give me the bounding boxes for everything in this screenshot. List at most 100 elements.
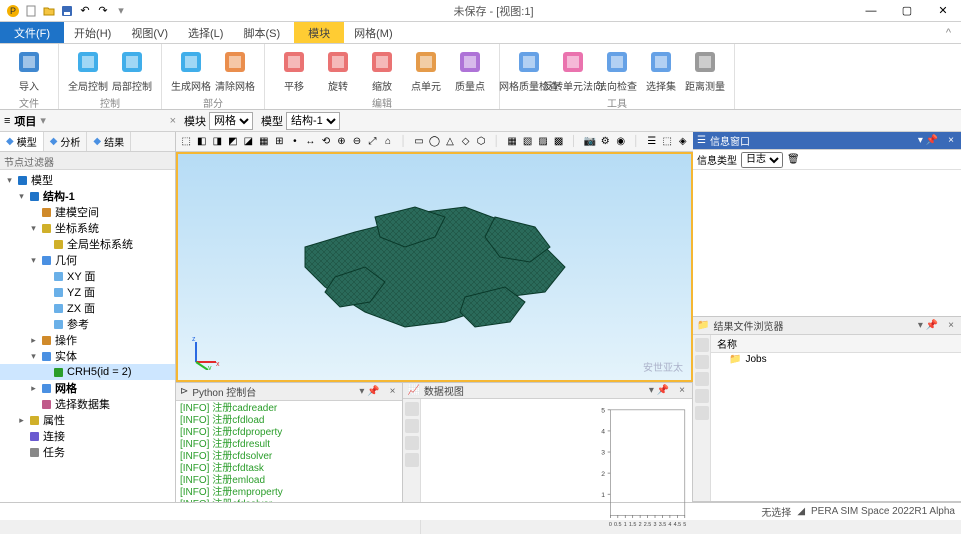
dataview-chart[interactable]: 1234500.511.522.533.544.55	[421, 399, 692, 534]
tree-node[interactable]: 连接	[0, 428, 175, 444]
msg-clear-icon[interactable]: 🗑	[787, 154, 800, 165]
dataview-close-icon[interactable]: ×	[676, 385, 688, 396]
redo-icon[interactable]: ↷	[96, 4, 110, 18]
left-tab-结果[interactable]: ◆结果	[87, 132, 131, 151]
view-tool-6[interactable]: ⊞	[273, 135, 286, 149]
rb-tool-2[interactable]	[695, 355, 709, 369]
tree-node[interactable]: CRH5(id = 2)	[0, 364, 175, 380]
tree-node[interactable]: ▸网格	[0, 380, 175, 396]
model-tree[interactable]: ▾模型▾结构-1建模空间▾坐标系统全局坐标系统▾几何XY 面YZ 面ZX 面参考…	[0, 170, 175, 502]
ribbon-dist-measure[interactable]: 距离测量	[684, 46, 726, 95]
view-tool-13[interactable]: ⌂	[382, 135, 395, 149]
ribbon-gen-mesh[interactable]: 生成网格	[170, 46, 212, 95]
msgwin-pin-icon[interactable]: ▾ 📌	[915, 135, 941, 146]
console-output[interactable]: [INFO] 注册cadreader[INFO] 注册cfdload[INFO]…	[176, 401, 402, 502]
rb-tool-4[interactable]	[695, 389, 709, 403]
open-icon[interactable]	[42, 4, 56, 18]
close-button[interactable]: ✕	[925, 0, 961, 22]
dv-tool-1[interactable]	[405, 402, 419, 416]
minimize-button[interactable]: —	[853, 0, 889, 22]
console-close-icon[interactable]: ×	[387, 386, 399, 397]
ribbon-rotate[interactable]: 旋转	[317, 46, 359, 95]
ribbon-collapse-icon[interactable]: ^	[936, 22, 961, 43]
ribbon-node-elem[interactable]: 点单元	[405, 46, 447, 95]
result-item-jobs[interactable]: 📁 Jobs	[711, 353, 961, 366]
viewport-3d[interactable]: zxy 安世亚太	[176, 152, 693, 382]
view-tool-22[interactable]: ▧	[521, 135, 534, 149]
view-tool-28[interactable]: ◉	[614, 135, 627, 149]
qat-more-icon[interactable]: ▾	[114, 4, 128, 18]
module-select[interactable]: 网格	[209, 112, 253, 130]
ribbon-clear-mesh[interactable]: 清除网格	[214, 46, 256, 95]
dv-tool-4[interactable]	[405, 453, 419, 467]
tree-node[interactable]: ▾实体	[0, 348, 175, 364]
dv-tool-2[interactable]	[405, 419, 419, 433]
project-close-icon[interactable]: ×	[170, 115, 176, 127]
tree-expander-icon[interactable]: ▾	[4, 175, 15, 186]
file-menu[interactable]: 文件(F)	[0, 22, 64, 43]
view-tool-21[interactable]: ▦	[506, 135, 519, 149]
menu-view[interactable]: 视图(V)	[121, 22, 178, 43]
model-select[interactable]: 结构-1	[286, 112, 340, 130]
ribbon-normal-check[interactable]: 法向检查	[596, 46, 638, 95]
msgwin-body[interactable]	[693, 170, 961, 316]
view-tool-26[interactable]: 📷	[583, 135, 596, 149]
tree-node[interactable]: ▸属性	[0, 412, 175, 428]
resbrowser-pin-icon[interactable]: ▾ 📌	[915, 320, 941, 331]
console-pin-icon[interactable]: ▾ 📌	[356, 386, 382, 397]
tree-node[interactable]: ▾坐标系统	[0, 220, 175, 236]
left-tab-模型[interactable]: ◆模型	[0, 132, 44, 151]
tree-expander-icon[interactable]: ▸	[28, 335, 39, 346]
menu-mesh[interactable]: 网格(M)	[344, 22, 403, 43]
msg-filter-select[interactable]: 日志	[741, 152, 783, 168]
left-tab-分析[interactable]: ◆分析	[44, 132, 88, 151]
save-icon[interactable]	[60, 4, 74, 18]
tree-expander-icon[interactable]: ▾	[28, 223, 39, 234]
rb-tool-5[interactable]	[695, 406, 709, 420]
view-tool-3[interactable]: ◩	[227, 135, 240, 149]
view-tool-15[interactable]: ▭	[413, 135, 426, 149]
view-tool-19[interactable]: ⬡	[475, 135, 488, 149]
rb-tool-3[interactable]	[695, 372, 709, 386]
view-tool-7[interactable]: •	[289, 135, 302, 149]
view-tool-5[interactable]: ▦	[258, 135, 271, 149]
dv-tool-3[interactable]	[405, 436, 419, 450]
view-tool-23[interactable]: ▨	[537, 135, 550, 149]
tree-node[interactable]: 参考	[0, 316, 175, 332]
view-tool-11[interactable]: ⊖	[351, 135, 364, 149]
view-tool-18[interactable]: ◇	[459, 135, 472, 149]
project-dropdown-icon[interactable]: ▾	[40, 114, 46, 127]
view-tool-4[interactable]: ◪	[242, 135, 255, 149]
ribbon-global-ctrl[interactable]: 全局控制	[67, 46, 109, 95]
view-tool-24[interactable]: ▩	[552, 135, 565, 149]
view-tool-9[interactable]: ⟲	[320, 135, 333, 149]
view-tool-0[interactable]: ⬚	[180, 135, 193, 149]
new-icon[interactable]	[24, 4, 38, 18]
tree-expander-icon[interactable]: ▸	[16, 415, 27, 426]
tree-node[interactable]: 任务	[0, 444, 175, 460]
tree-expander-icon[interactable]: ▸	[28, 383, 39, 394]
tree-node[interactable]: 建模空间	[0, 204, 175, 220]
view-tool-1[interactable]: ◧	[196, 135, 209, 149]
ribbon-qual-point[interactable]: 质量点	[449, 46, 491, 95]
view-tool-32[interactable]: ◈	[677, 135, 690, 149]
dataview-pin-icon[interactable]: ▾ 📌	[646, 385, 672, 396]
view-tool-12[interactable]: ⤢	[366, 135, 379, 149]
view-tool-16[interactable]: ◯	[428, 135, 441, 149]
ribbon-scale[interactable]: 缩放	[361, 46, 403, 95]
tree-node[interactable]: ▸操作	[0, 332, 175, 348]
module-tab[interactable]: 模块	[294, 22, 344, 43]
view-tool-17[interactable]: △	[444, 135, 457, 149]
view-tool-2[interactable]: ◨	[211, 135, 224, 149]
tree-node[interactable]: ▾结构-1	[0, 188, 175, 204]
result-file-list[interactable]: 名称 📁 Jobs	[711, 335, 961, 501]
msgwin-close-icon[interactable]: ×	[945, 135, 957, 146]
undo-icon[interactable]: ↶	[78, 4, 92, 18]
ribbon-local-ctrl[interactable]: 局部控制	[111, 46, 153, 95]
view-tool-27[interactable]: ⚙	[599, 135, 612, 149]
resbrowser-close-icon[interactable]: ×	[945, 320, 957, 331]
view-tool-30[interactable]: ☰	[645, 135, 658, 149]
tree-node[interactable]: ▾几何	[0, 252, 175, 268]
tree-node[interactable]: 选择数据集	[0, 396, 175, 412]
menu-script[interactable]: 脚本(S)	[233, 22, 290, 43]
